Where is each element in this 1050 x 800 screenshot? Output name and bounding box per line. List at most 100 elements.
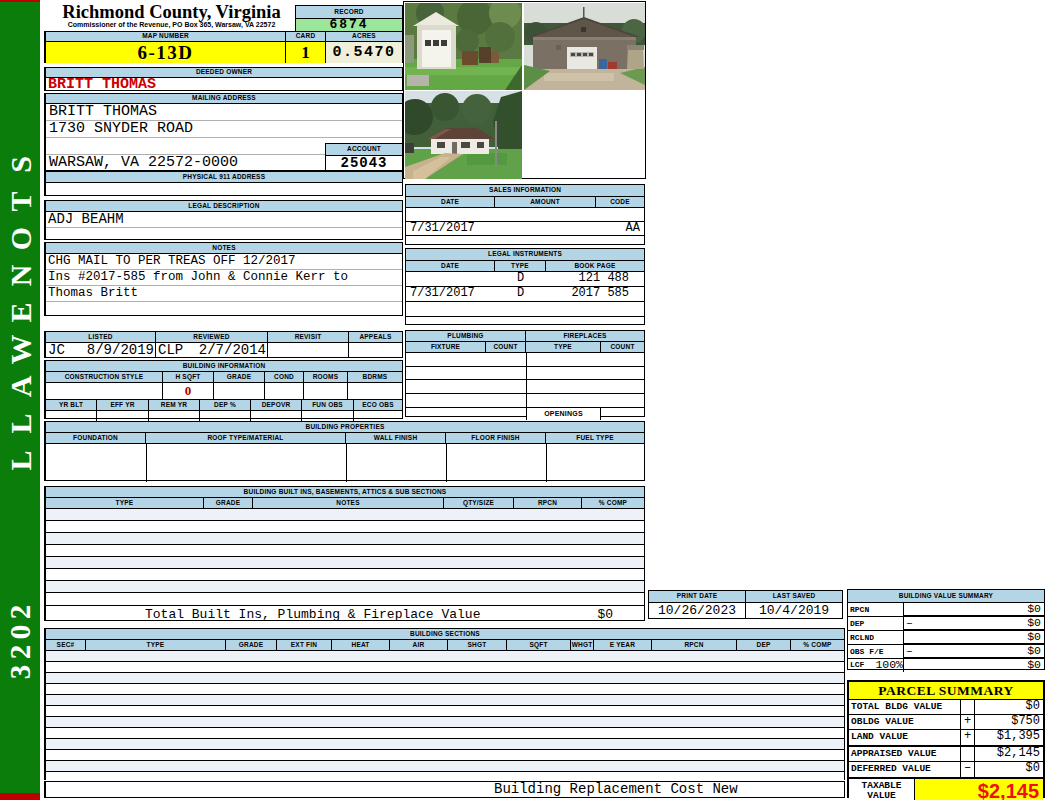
instruments-rows-1-book: 2017 585 [546,287,644,301]
notes-line: CHG MAIL TO PER TREAS OFF 12/2017 [46,254,402,270]
reviewed-label: REVIEWED [156,332,268,342]
cell: DATE AMOUNT CODE [406,197,644,208]
cell [571,53,575,56]
cell: N [2,256,39,296]
vs-row-op: – [906,617,913,629]
parcel-summary-label: PARCEL SUMMARY [849,682,1043,700]
listed-label: LISTED [46,332,156,342]
hsqft-value: 0 [163,383,214,399]
reviewed-date: 2/7/2014 [199,343,266,358]
ps-row-value: $2,145 [975,747,1043,761]
cell: E [2,293,39,333]
col-fp-count: COUNT [601,342,644,352]
col-cond: COND [265,372,304,382]
sales-rows-0-date [406,208,495,221]
building-info-table: BUILDING INFORMATION CONSTRUCTION STYLE … [44,360,403,419]
cell: T [2,182,39,222]
cell [461,142,470,148]
col-count: COUNT [486,342,526,352]
cell [479,47,491,63]
cell [304,383,348,399]
plumbing-fireplaces-table: PLUMBING FIREPLACES FIXTURE COUNT TYPE C… [405,330,645,417]
col-book-page: BOOK PAGE [546,261,644,271]
map-number-label: MAP NUMBER [46,32,286,41]
account-value: 25043 [326,156,402,171]
cell: LCF100% [848,659,904,672]
print-date-label: PRINT DATE [649,591,746,602]
ps-row-label: APPRAISED VALUE [849,747,961,761]
built-ins-total-row: Total Built Ins, Plumbing & Fireplace Va… [46,605,644,624]
cell [589,53,593,56]
cell: 3 [10,652,30,692]
instruments-rows-0-type: D [495,272,546,286]
cell [446,444,447,482]
cell: MAP NUMBER CARD ACRES [46,32,402,42]
cell [441,40,447,46]
cell: YR BLT EFF YR REM YR DEP % DEPOVR FUN OB… [46,400,402,411]
cell: SEC# TYPE GRADE EXT FIN HEAT AIR SHGT SQ… [46,640,844,651]
cell [495,208,596,221]
cell: L [2,404,39,444]
ps-row-op: + [961,715,975,729]
ps-row-value: $750 [975,715,1043,729]
col-grade: GRADE [226,640,277,650]
deeded-owner-value: BRITT THOMAS [46,78,402,92]
plumbing-label: PLUMBING [406,331,526,341]
record-value: 6874 [296,19,402,31]
cell [491,51,499,63]
sales-row [406,208,644,222]
cell: PRINT DATE LAST SAVED [649,591,842,603]
building-properties-label: BUILDING PROPERTIES [46,422,644,433]
physical-address-label: PHYSICAL 911 ADDRESS [46,172,402,183]
instruments-rows-0-date [406,272,495,286]
vs-row-value: $0 [1027,617,1041,629]
cell [425,40,431,46]
sales-rows-0-code [596,208,644,221]
cell [406,408,526,420]
instrument-row: 7/31/2017D2017 585 [406,287,644,302]
cell: JC 8/9/2019 CLP 2/7/2014 [46,343,402,358]
col-rpcn: RPCN [652,640,737,650]
col-eff-yr: EFF YR [97,400,149,410]
notes-line: Ins #2017-585 from John & Connie Kerr to [46,270,402,286]
vs-row-label: OBS F/E [848,645,904,659]
map-table: MAP NUMBER CARD ACRES 6-13D 1 0.5470 [44,31,403,63]
building-info-label: BUILDING INFORMATION [46,361,402,372]
footer-label: Building Replacement Cost New [494,782,738,797]
appeals-value [349,343,402,358]
card-label: CARD [286,32,326,41]
ps-row-op [961,700,975,714]
building-sections-label: BUILDING SECTIONS [46,629,844,640]
cell: L [2,441,39,481]
photo-house [405,91,522,179]
legal-description-blank [46,228,402,240]
cell [462,94,492,124]
cell: OBS F/E –$0 [848,645,1044,659]
building-value-summary: BUILDING VALUE SUMMARY RPCN $0 DEP –$0 R… [847,589,1045,670]
instruments-table: LEGAL INSTRUMENTS DATE TYPE BOOK PAGE D1… [405,248,645,325]
cell: FIXTURE COUNT TYPE COUNT [406,342,644,353]
col-ext-fin: EXT FIN [277,640,332,650]
cell: DEFERRED VALUE – $0 [849,762,1043,779]
col-qty-size: QTY/SIZE [444,498,514,508]
vs-row-label: RPCN [848,603,904,617]
built-ins-rows [46,509,644,605]
acres-value: 0.5470 [326,42,402,63]
cell [455,29,479,53]
vs-row-op: – [906,645,913,657]
photo-outbuilding [405,3,522,90]
ps-row-value: $0 [975,700,1043,714]
district-label: STONEWALL [0,146,40,479]
cell [546,444,547,482]
cell [46,383,163,399]
col-fun-obs: FUN OBS [302,400,354,410]
col-dep: DEP [737,640,791,650]
cell [581,27,586,32]
col-roof: ROOF TYPE/MATERIAL [146,433,346,443]
cell [214,383,265,399]
col-foundation: FOUNDATION [46,433,146,443]
cell [348,383,402,399]
notes-section: NOTES CHG MAIL TO PER TREAS OFF 12/2017 … [44,242,403,316]
cell: A [2,367,39,407]
ps-row-value: $0 [975,762,1043,777]
